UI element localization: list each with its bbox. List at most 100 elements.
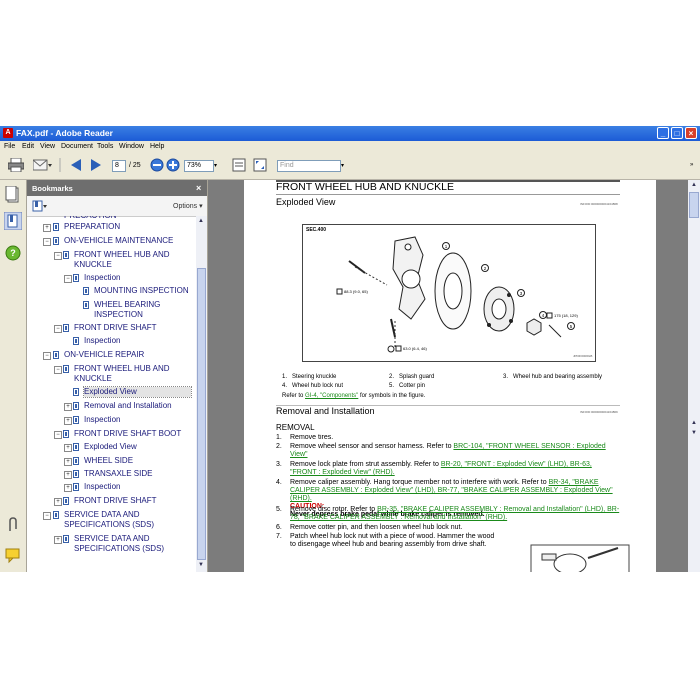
step-reference-link[interactable]: BRC-104, "FRONT WHEEL SENSOR : Exploded … [290,443,606,458]
bookmark-icon [63,324,69,332]
pages-panel-icon[interactable] [4,186,22,204]
bookmark-item[interactable]: ON-VEHICLE REPAIR [64,350,191,360]
fit-page-icon[interactable] [253,158,267,172]
bookmark-expander-icon[interactable]: − [43,352,51,360]
bookmark-item[interactable]: Inspection [84,273,191,283]
bookmark-expander-icon[interactable]: + [64,403,72,411]
bookmark-expander-icon[interactable]: − [43,238,51,246]
help-icon[interactable]: ? [4,244,22,262]
step-number: 2. [276,443,282,450]
zoom-out-icon[interactable] [150,158,164,172]
toolbar: 8 / 25 73% ▾ Find ▾ » [0,153,700,180]
next-page-icon[interactable] [90,158,102,172]
bookmark-item[interactable]: SERVICE DATA AND SPECIFICATIONS (SDS) [64,510,191,530]
menu-file[interactable]: File [4,143,15,150]
step-reference-link[interactable]: BR-34, "BRAKE CALIPER ASSEMBLY : Explode… [290,479,613,502]
bookmarks-options-menu[interactable]: Options ▾ [173,202,203,210]
scroll-down-arrow-icon[interactable]: ▼ [198,562,204,568]
doc-scroll-mark-2-icon[interactable]: ▼ [691,430,697,436]
bookmark-expander-icon[interactable]: + [64,417,72,425]
bookmark-item[interactable]: Inspection [84,482,191,492]
bookmarks-close-icon[interactable]: × [196,183,201,193]
bookmark-item[interactable]: Exploded View [84,442,191,452]
bookmark-expander-icon[interactable]: + [54,536,62,544]
bookmarks-scroll-thumb[interactable] [197,268,206,560]
menu-edit[interactable]: Edit [22,143,34,150]
bookmark-item[interactable]: FRONT DRIVE SHAFT [74,496,191,506]
legend-num-3: 3. [503,374,509,380]
components-link[interactable]: GI-4, "Components" [305,393,358,399]
zoom-level-select[interactable]: 73% [184,160,214,172]
bookmark-expander-icon[interactable]: − [54,366,62,374]
bookmark-options-icon[interactable] [32,200,48,212]
bookmark-icon [73,457,79,465]
bookmark-icon [63,497,69,505]
maximize-button[interactable]: □ [671,127,683,139]
email-icon[interactable] [33,158,53,172]
bookmark-item-precaution-partial[interactable]: PRECAUTION [64,216,116,221]
zoom-dropdown-arrow-icon[interactable]: ▾ [214,162,217,169]
step-number: 3. [276,461,282,468]
bookmark-expander-icon[interactable]: − [54,325,62,333]
find-dropdown-arrow-icon[interactable]: ▾ [341,162,344,169]
document-view: FRONT WHEEL HUB AND KNUCKLE Exploded Vie… [208,180,688,572]
doc-scroll-mark-1-icon[interactable]: ▲ [691,420,697,426]
step-reference-link[interactable]: BR-20, "FRONT : Exploded View" (LHD), BR… [290,461,592,476]
bookmark-item[interactable]: SERVICE DATA AND SPECIFICATIONS (SDS) [74,534,191,554]
step-reference-link[interactable]: BR-35, "BRAKE CALIPER ASSEMBLY : Removal… [290,506,619,521]
document-scrollbar[interactable]: ▲ ▲ ▼ [688,180,700,572]
bookmark-item[interactable]: MOUNTING INSPECTION [94,286,191,296]
bookmark-item[interactable]: Inspection [84,415,191,425]
comments-icon[interactable] [4,546,22,564]
fit-width-icon[interactable] [232,158,246,172]
toolbar-overflow-icon[interactable]: » [690,162,693,168]
bookmarks-panel-icon[interactable] [4,212,22,230]
bookmark-expander-icon[interactable]: − [43,512,51,520]
bookmark-expander-icon[interactable]: + [64,444,72,452]
step-number: 7. [276,533,282,540]
bookmark-expander-icon[interactable]: − [54,252,62,260]
bookmark-item[interactable]: Removal and Installation [84,401,191,411]
attachments-icon[interactable] [4,516,22,534]
doc-scroll-up-arrow-icon[interactable]: ▲ [691,182,697,188]
bookmark-expander-icon[interactable]: + [64,471,72,479]
find-input[interactable]: Find [277,160,341,172]
refer-suffix: for symbols in the figure. [359,393,426,399]
symbols-reference: Refer to GI-4, "Components" for symbols … [282,393,425,399]
bookmark-item[interactable]: FRONT WHEEL HUB AND KNUCKLE [74,250,191,270]
bookmark-item[interactable]: Exploded View [83,386,192,398]
bookmark-expander-icon[interactable]: + [43,224,51,232]
bookmark-item[interactable]: FRONT DRIVE SHAFT BOOT [74,429,191,439]
bookmark-expander-icon[interactable]: + [64,458,72,466]
menu-view[interactable]: View [40,143,55,150]
minimize-button[interactable]: _ [657,127,669,139]
bookmark-item[interactable]: FRONT DRIVE SHAFT [74,323,191,333]
print-icon[interactable] [8,158,24,172]
page-number-input[interactable]: 8 [112,160,126,172]
menu-tools[interactable]: Tools [97,143,113,150]
bookmark-item[interactable]: Inspection [84,336,191,346]
bookmark-item[interactable]: WHEEL BEARING INSPECTION [94,300,191,320]
menu-help[interactable]: Help [150,143,164,150]
bookmark-item[interactable]: ON-VEHICLE MAINTENANCE [64,236,191,246]
close-button[interactable]: × [685,127,697,139]
zoom-in-icon[interactable] [166,158,180,172]
menu-window[interactable]: Window [119,143,144,150]
bookmark-item[interactable]: TRANSAXLE SIDE [84,469,191,479]
previous-page-icon[interactable] [70,158,82,172]
bookmark-item[interactable]: FRONT WHEEL HUB AND KNUCKLE [74,364,191,384]
bookmark-expander-icon[interactable]: − [64,275,72,283]
bookmark-expander-icon[interactable]: + [54,498,62,506]
bookmark-expander-icon[interactable]: + [64,484,72,492]
bookmark-icon [53,511,59,519]
bookmark-item[interactable]: PREPARATION [64,222,191,232]
menu-document[interactable]: Document [61,143,93,150]
bookmarks-scrollbar[interactable]: ▲ ▼ [196,216,207,572]
doc-scroll-thumb[interactable] [689,192,699,218]
step-text: Remove disc rotor. Refer to BR-35, "BRAK… [290,506,620,521]
bookmark-item[interactable]: WHEEL SIDE [84,456,191,466]
bookmark-expander-icon[interactable]: − [54,431,62,439]
page-total-label: / 25 [129,162,141,169]
scroll-up-arrow-icon[interactable]: ▲ [198,218,204,224]
legend-text-5: Cotter pin [399,383,426,389]
